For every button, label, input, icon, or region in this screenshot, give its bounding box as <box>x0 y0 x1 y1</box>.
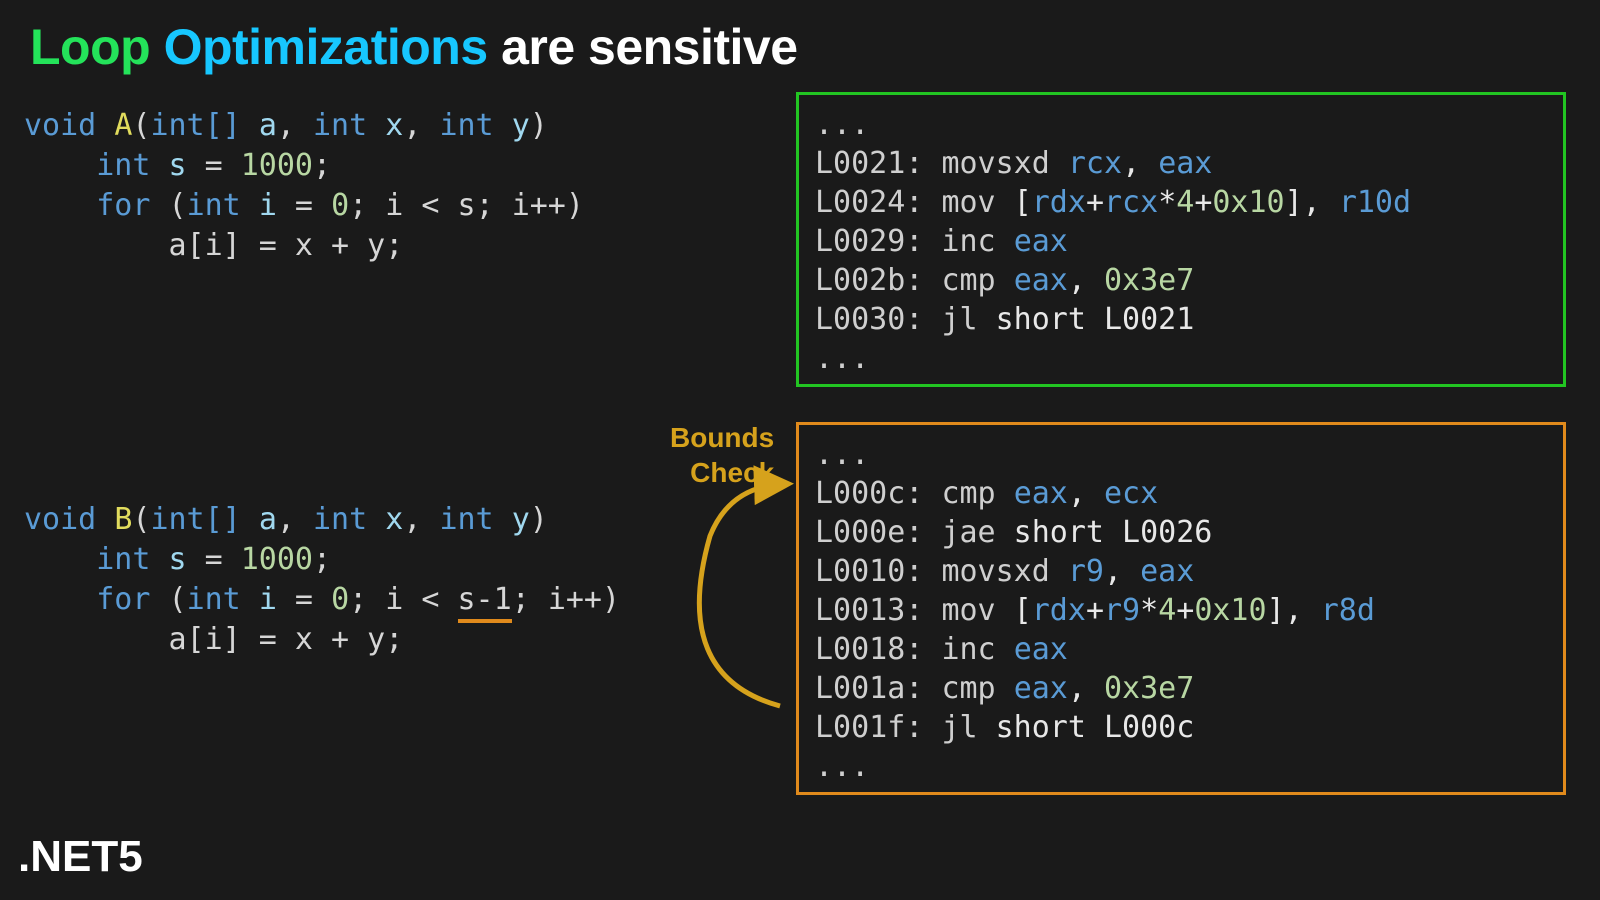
arrow-icon <box>660 476 820 756</box>
title-word-2: Optimizations <box>164 19 488 75</box>
footer-brand: .NET5 <box>18 832 143 882</box>
asm-box-a: ... L0021: movsxd rcx, eax L0024: mov [r… <box>796 92 1566 387</box>
code-block-b: void B(int[] a, int x, int y) int s = 10… <box>24 500 620 660</box>
highlight-s-minus-1: s-1 <box>458 582 512 623</box>
slide-title: Loop Optimizations are sensitive <box>30 18 798 76</box>
title-word-1: Loop <box>30 19 150 75</box>
title-word-3: are sensitive <box>501 19 797 75</box>
code-block-a: void A(int[] a, int x, int y) int s = 10… <box>24 106 584 266</box>
asm-box-b: ... L000c: cmp eax, ecx L000e: jae short… <box>796 422 1566 795</box>
